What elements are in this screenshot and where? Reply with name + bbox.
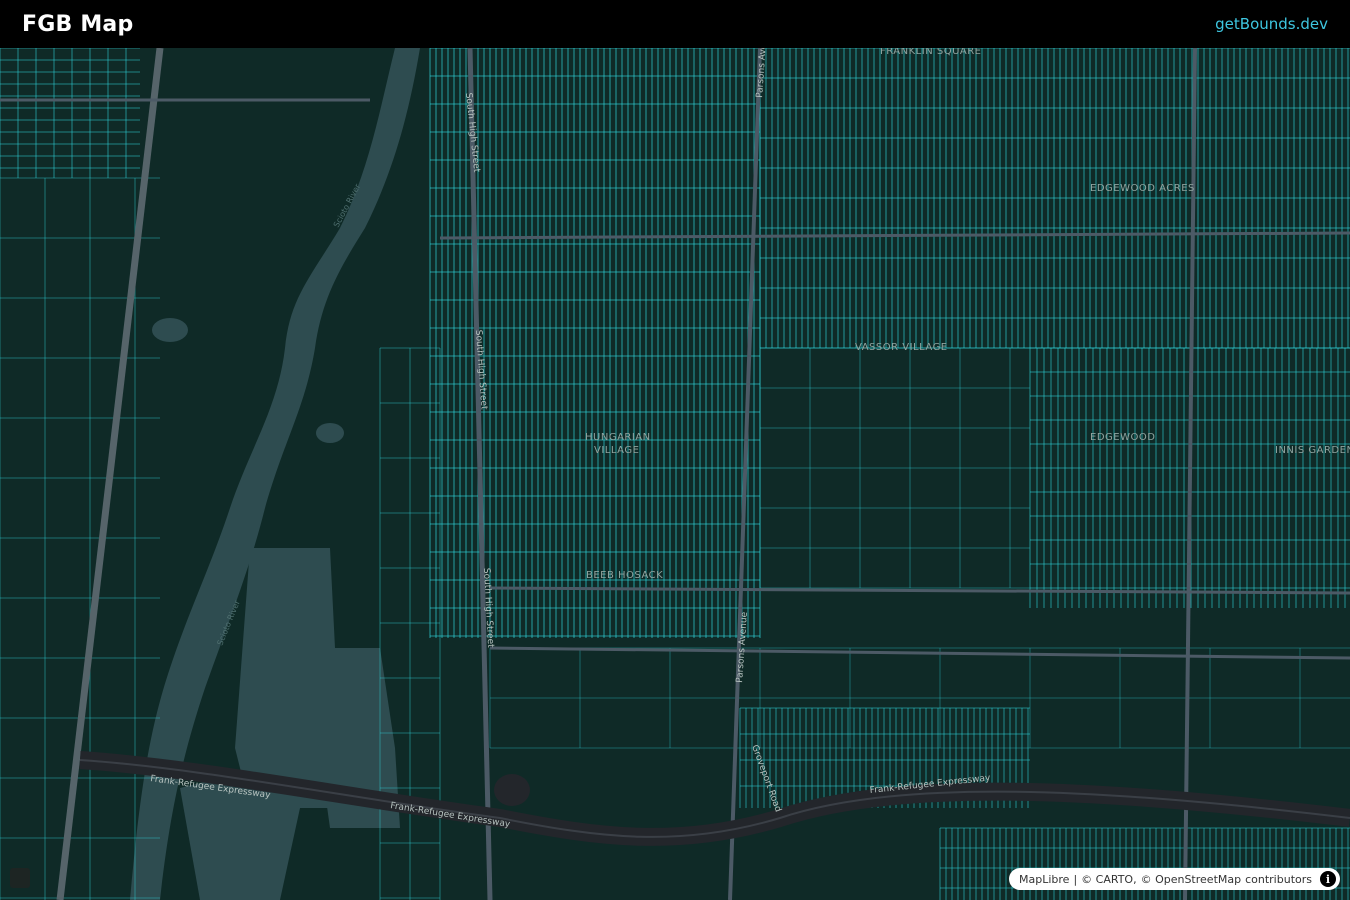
top-bar: FGB Map getBounds.dev	[0, 0, 1350, 48]
maplibre-link[interactable]: MapLibre	[1019, 873, 1069, 886]
label-hungarian: HUNGARIAN	[585, 432, 651, 443]
map-canvas[interactable]: FRANKLIN SQUARE EDGEWOOD ACRES VASSOR VI…	[0, 48, 1350, 900]
label-innis-garden: INNIS GARDEN	[1275, 445, 1350, 456]
map-svg[interactable]: FRANKLIN SQUARE EDGEWOOD ACRES VASSOR VI…	[0, 48, 1350, 900]
label-groveport: Groveport Road	[749, 744, 783, 814]
label-parsons-1: Parsons Avenue	[755, 48, 770, 98]
osm-link[interactable]: © OpenStreetMap	[1141, 873, 1242, 886]
carto-link[interactable]: © CARTO,	[1081, 873, 1136, 886]
info-icon[interactable]: i	[1320, 871, 1336, 887]
label-vassor-village: VASSOR VILLAGE	[855, 342, 948, 353]
getbounds-link[interactable]: getBounds.dev	[1215, 15, 1328, 33]
attribution-bar: MapLibre | © CARTO, © OpenStreetMap cont…	[1009, 868, 1340, 890]
label-edgewood: EDGEWOOD	[1090, 432, 1155, 443]
label-beeb-hosack: BEEB HOSACK	[586, 570, 663, 581]
label-edgewood-acres: EDGEWOOD ACRES	[1090, 183, 1195, 194]
app-title: FGB Map	[22, 11, 134, 37]
label-village: VILLAGE	[594, 445, 639, 456]
label-franklin-square: FRANKLIN SQUARE	[880, 48, 982, 57]
map-corner-control[interactable]	[10, 868, 30, 888]
label-parsons-2: Parsons Avenue	[735, 611, 750, 683]
attribution-separator: |	[1073, 872, 1078, 886]
contributors-text: contributors	[1245, 872, 1312, 886]
